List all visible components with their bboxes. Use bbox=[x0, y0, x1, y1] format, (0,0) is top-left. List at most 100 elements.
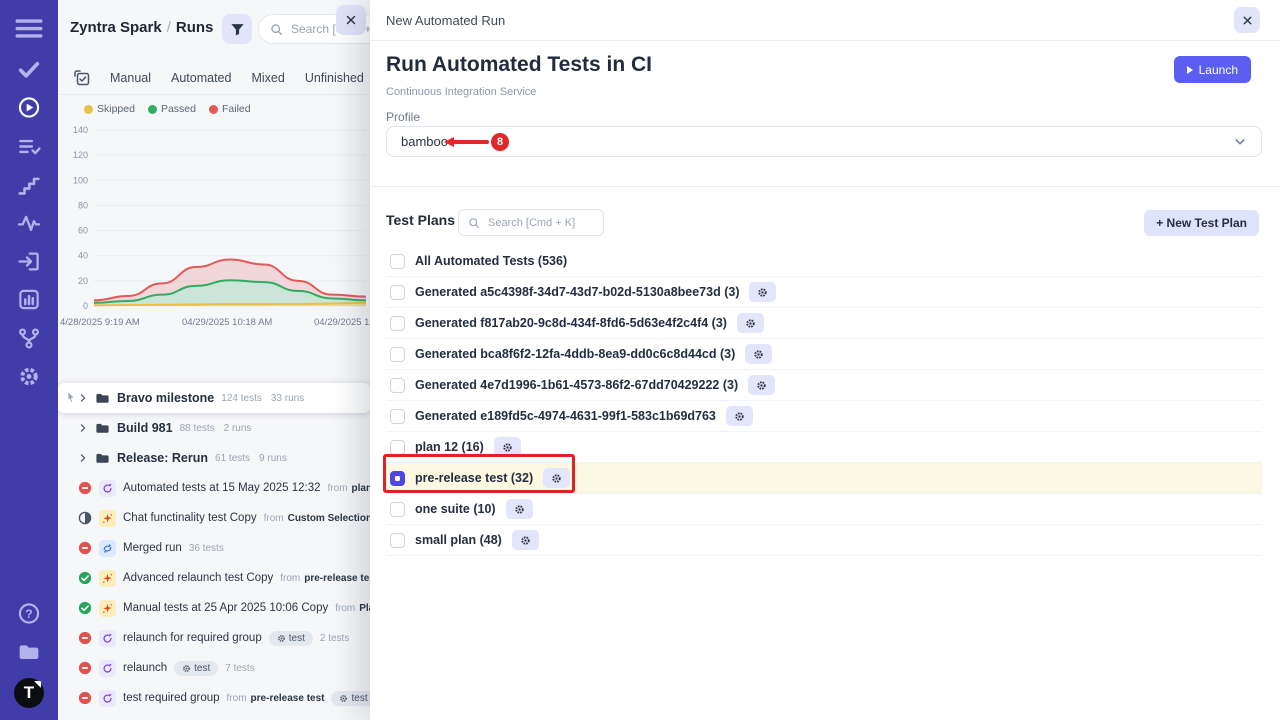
folder-icon bbox=[95, 421, 110, 436]
new-test-plan-button[interactable]: + New Test Plan bbox=[1144, 210, 1259, 236]
run-row[interactable]: relaunch test 7 tests bbox=[58, 653, 370, 683]
gear-icon bbox=[551, 473, 562, 484]
test-plan-row[interactable]: pre-release test (32) bbox=[386, 463, 1262, 494]
test-plan-settings-button[interactable] bbox=[543, 468, 570, 488]
gear-icon[interactable] bbox=[18, 365, 41, 388]
from-value: pre-release test bbox=[251, 693, 325, 704]
test-plan-checkbox[interactable] bbox=[390, 347, 405, 362]
launch-button[interactable]: Launch bbox=[1174, 56, 1251, 83]
sign-in-icon[interactable] bbox=[18, 250, 41, 273]
test-plan-settings-button[interactable] bbox=[494, 437, 521, 457]
run-meta: 7 tests bbox=[225, 663, 254, 674]
test-plans-search-input[interactable] bbox=[486, 216, 594, 230]
breadcrumb-project[interactable]: Zyntra Spark bbox=[70, 19, 162, 36]
test-plan-checkbox[interactable] bbox=[390, 533, 405, 548]
tab-automated[interactable]: Automated bbox=[171, 71, 231, 85]
test-plan-row[interactable]: small plan (48) bbox=[386, 525, 1262, 556]
page-subtitle: Continuous Integration Service bbox=[386, 86, 536, 98]
page-title: Run Automated Tests in CI bbox=[386, 53, 652, 77]
filter-button[interactable] bbox=[222, 14, 252, 44]
profile-label: Profile bbox=[386, 110, 420, 124]
legend-item-failed[interactable]: Failed bbox=[209, 103, 251, 115]
tab-unfinished[interactable]: Unfinished bbox=[305, 71, 364, 85]
chart-legend: Skipped Passed Failed bbox=[84, 103, 251, 115]
run-row[interactable]: relaunch for required grouptest2 tests bbox=[58, 623, 370, 653]
folder-row[interactable]: Bravo milestone124 tests33 runs bbox=[58, 383, 370, 413]
panel-close-button[interactable] bbox=[336, 5, 366, 35]
test-plan-checkbox[interactable] bbox=[390, 378, 405, 393]
app-logo-letter: T bbox=[24, 683, 34, 703]
test-plan-settings-button[interactable] bbox=[749, 282, 776, 302]
tag-chip[interactable]: test bbox=[331, 691, 370, 706]
tab-manual[interactable]: Manual bbox=[110, 71, 151, 85]
test-plan-label: Generated 4e7d1996-1b61-4573-86f2-67dd70… bbox=[415, 378, 738, 392]
select-all-icon[interactable] bbox=[74, 70, 90, 86]
test-plan-settings-button[interactable] bbox=[506, 499, 533, 519]
test-plan-checkbox[interactable] bbox=[390, 440, 405, 455]
profile-select[interactable]: bamboo bbox=[386, 126, 1262, 157]
run-row[interactable]: test required groupfrompre-release testt… bbox=[58, 683, 370, 713]
test-plan-checkbox[interactable] bbox=[390, 254, 405, 269]
breadcrumb-page[interactable]: Runs bbox=[176, 19, 214, 36]
run-name: Advanced relaunch test Copy bbox=[123, 572, 273, 584]
run-row[interactable]: Merged run36 tests bbox=[58, 533, 370, 563]
git-branch-icon[interactable] bbox=[18, 327, 41, 350]
test-plan-row[interactable]: Generated bca8f6f2-12fa-4ddb-8ea9-dd0c6c… bbox=[386, 339, 1262, 370]
gear-icon bbox=[734, 411, 745, 422]
run-name: relaunch bbox=[123, 662, 167, 674]
meta-part: 9 runs bbox=[259, 453, 287, 464]
projects-icon[interactable] bbox=[18, 641, 41, 664]
test-plan-row[interactable]: one suite (10) bbox=[386, 494, 1262, 525]
run-meta: 88 tests2 runs bbox=[180, 423, 252, 434]
legend-item-passed[interactable]: Passed bbox=[148, 103, 196, 115]
activity-icon[interactable] bbox=[18, 212, 41, 235]
chevron-right-icon[interactable] bbox=[78, 393, 88, 403]
modal-close-button[interactable] bbox=[1234, 7, 1260, 33]
tag-chip[interactable]: test bbox=[269, 631, 313, 646]
run-row[interactable]: Manual tests at 25 Apr 2025 10:06 Copyfr… bbox=[58, 593, 370, 623]
test-plan-row[interactable]: Generated a5c4398f-34d7-43d7-b02d-5130a8… bbox=[386, 277, 1262, 308]
folder-icon bbox=[95, 391, 110, 406]
folder-row[interactable]: Build 98188 tests2 runs bbox=[58, 413, 370, 443]
test-plan-checkbox[interactable] bbox=[390, 502, 405, 517]
steps-icon[interactable] bbox=[18, 174, 41, 197]
bar-chart-icon[interactable] bbox=[18, 288, 41, 311]
play-circle-icon[interactable] bbox=[18, 96, 41, 119]
test-plan-settings-button[interactable] bbox=[745, 344, 772, 364]
test-plan-settings-button[interactable] bbox=[737, 313, 764, 333]
meta-part: 61 tests bbox=[215, 453, 250, 464]
legend-item-skipped[interactable]: Skipped bbox=[84, 103, 135, 115]
help-icon[interactable] bbox=[18, 602, 41, 625]
chevron-right-icon[interactable] bbox=[78, 423, 88, 433]
runs-chart: 020406080100120140 bbox=[58, 120, 370, 316]
close-icon bbox=[344, 13, 358, 27]
tag-chip[interactable]: test bbox=[174, 661, 218, 676]
test-plan-settings-button[interactable] bbox=[512, 530, 539, 550]
test-plan-checkbox[interactable] bbox=[390, 316, 405, 331]
run-name: Automated tests at 15 May 2025 12:32 bbox=[123, 482, 321, 494]
test-plan-settings-button[interactable] bbox=[726, 406, 753, 426]
tab-mixed[interactable]: Mixed bbox=[251, 71, 284, 85]
list-check-icon[interactable] bbox=[18, 135, 41, 158]
run-row[interactable]: Chat functinality test CopyfromCustom Se… bbox=[58, 503, 370, 533]
test-plan-row[interactable]: Generated f817ab20-9c8d-434f-8fd6-5d63e4… bbox=[386, 308, 1262, 339]
test-plan-row[interactable]: Generated e189fd5c-4974-4631-99f1-583c1b… bbox=[386, 401, 1262, 432]
test-plan-settings-button[interactable] bbox=[748, 375, 775, 395]
test-plan-row[interactable]: plan 12 (16) bbox=[386, 432, 1262, 463]
chevron-right-icon[interactable] bbox=[78, 453, 88, 463]
test-plan-checkbox[interactable] bbox=[390, 471, 405, 486]
run-row[interactable]: Automated tests at 15 May 2025 12:32from… bbox=[58, 473, 370, 503]
meta-part: 88 tests bbox=[180, 423, 215, 434]
check-icon[interactable] bbox=[18, 58, 41, 81]
test-plan-checkbox[interactable] bbox=[390, 409, 405, 424]
test-plan-row[interactable]: Generated 4e7d1996-1b61-4573-86f2-67dd70… bbox=[386, 370, 1262, 401]
folder-row[interactable]: Release: Rerun61 tests9 runs bbox=[58, 443, 370, 473]
funnel-icon bbox=[230, 22, 245, 37]
app-logo[interactable]: T bbox=[14, 678, 44, 708]
menu-icon[interactable] bbox=[16, 15, 43, 42]
test-plan-checkbox[interactable] bbox=[390, 285, 405, 300]
mouse-cursor-icon bbox=[64, 391, 77, 404]
test-plan-row[interactable]: All Automated Tests (536) bbox=[386, 246, 1262, 277]
run-row[interactable]: Advanced relaunch test Copyfrompre-relea… bbox=[58, 563, 370, 593]
copied-run-icon bbox=[99, 570, 116, 587]
